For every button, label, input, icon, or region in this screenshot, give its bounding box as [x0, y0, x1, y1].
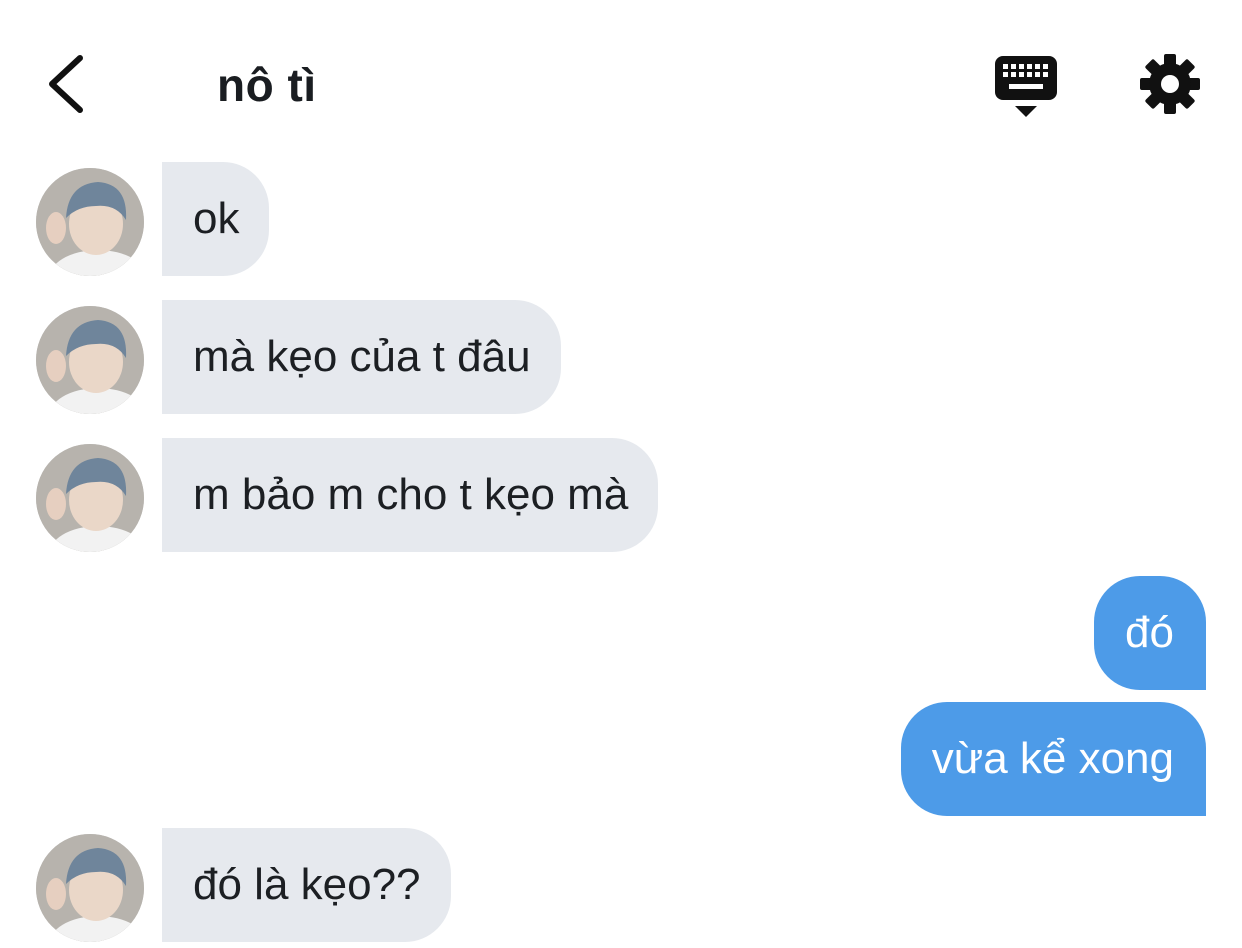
gear-icon [1140, 54, 1200, 114]
message-bubble-incoming[interactable]: mà kẹo của t đâu [162, 300, 561, 414]
message-bubble-incoming[interactable]: ok [162, 162, 270, 276]
contact-avatar[interactable] [36, 306, 144, 414]
message-text: đó là kẹo?? [193, 860, 421, 909]
message-bubble-incoming[interactable]: m bảo m cho t kẹo mà [162, 438, 659, 552]
keyboard-dismiss-icon [995, 56, 1057, 117]
message-text: vừa kể xong [931, 734, 1174, 783]
message-bubble-incoming[interactable]: đó là kẹo?? [162, 828, 451, 942]
chevron-left-icon [49, 55, 83, 113]
message-bubble-outgoing[interactable]: vừa kể xong [900, 702, 1206, 816]
message-text: mà kẹo của t đâu [193, 332, 531, 381]
message-text: đó [1125, 608, 1174, 657]
settings-button[interactable] [1138, 52, 1202, 116]
contact-avatar[interactable] [36, 834, 144, 942]
message-text: ok [193, 194, 240, 243]
contact-avatar[interactable] [36, 168, 144, 276]
chat-title: nô tì [217, 59, 317, 111]
contact-avatar[interactable] [36, 444, 144, 552]
back-button[interactable] [40, 52, 96, 116]
message-text: m bảo m cho t kẹo mà [193, 470, 629, 519]
message-bubble-outgoing[interactable]: đó [1094, 576, 1206, 690]
keyboard-dismiss-button[interactable] [992, 54, 1060, 120]
chat-header: nô tì [0, 0, 1242, 160]
